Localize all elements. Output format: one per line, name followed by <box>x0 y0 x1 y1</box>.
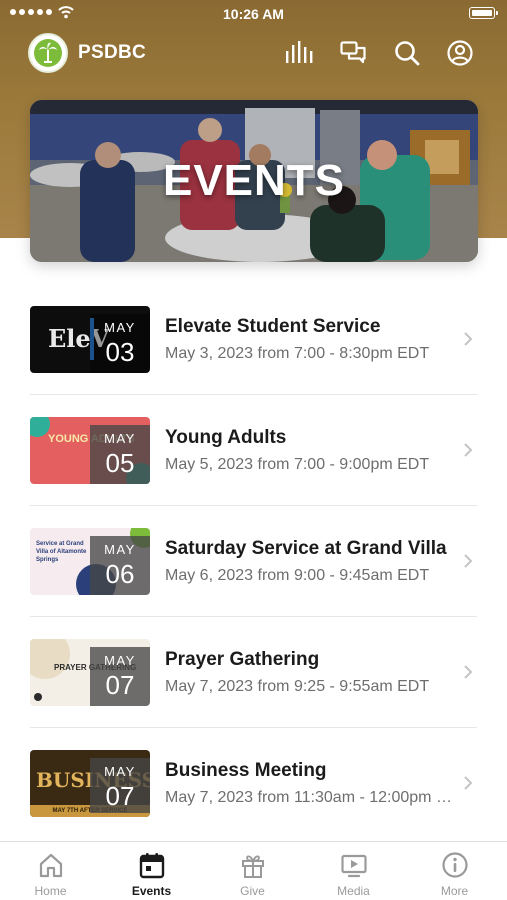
badge-day: 03 <box>105 337 135 367</box>
event-row[interactable]: Service at Grand Villa of Altamonte Spri… <box>0 506 507 617</box>
event-row[interactable]: BUSINESS MAY 7TH AFTER SERVICE MAY 07 Bu… <box>0 728 507 839</box>
event-row[interactable]: EleV MAY 03 Elevate Student Service May … <box>0 284 507 395</box>
tab-bar: Home Events Give Media More <box>0 841 507 900</box>
badge-day: 07 <box>105 781 135 811</box>
event-title: Business Meeting <box>165 760 327 781</box>
event-time: May 7, 2023 from 9:25 - 9:55am EDT <box>165 678 430 695</box>
badge-month: MAY <box>104 653 136 668</box>
app-bar: PSDBC <box>0 30 507 76</box>
bars-icon[interactable] <box>284 38 314 68</box>
tab-more[interactable]: More <box>404 842 505 900</box>
event-thumbnail: EleV MAY 03 <box>30 306 150 373</box>
art-circle <box>30 639 70 679</box>
badge-day: 07 <box>105 670 135 700</box>
date-badge: MAY 05 <box>90 425 150 484</box>
event-time: May 3, 2023 from 7:00 - 8:30pm EDT <box>165 345 430 362</box>
church-logo[interactable] <box>28 33 68 73</box>
palm-tree-icon <box>34 39 62 67</box>
status-time: 10:26 AM <box>223 6 284 22</box>
tab-label: Media <box>337 884 370 898</box>
chevron-right-icon <box>464 332 473 346</box>
date-badge: MAY 06 <box>90 536 150 595</box>
tab-label: Home <box>34 884 67 898</box>
date-badge: MAY 03 <box>90 314 150 373</box>
brand-name: PSDBC <box>78 42 147 63</box>
profile-icon[interactable] <box>445 38 475 68</box>
tab-home[interactable]: Home <box>0 842 101 900</box>
calendar-icon <box>139 853 165 879</box>
art-dot <box>34 693 42 701</box>
chevron-right-icon <box>464 665 473 679</box>
info-icon <box>442 852 468 878</box>
home-icon <box>39 853 63 878</box>
date-badge: MAY 07 <box>90 758 150 813</box>
event-title: Young Adults <box>165 427 287 448</box>
event-time: May 5, 2023 from 7:00 - 9:00pm EDT <box>165 456 430 473</box>
tab-events[interactable]: Events <box>101 842 202 900</box>
gift-icon <box>242 855 264 878</box>
art-circle <box>30 417 50 437</box>
event-time: May 6, 2023 from 9:00 - 9:45am EDT <box>165 567 430 584</box>
badge-month: MAY <box>104 320 136 335</box>
event-title: Saturday Service at Grand Villa <box>165 538 447 559</box>
search-icon[interactable] <box>392 38 422 68</box>
event-thumbnail: BUSINESS MAY 7TH AFTER SERVICE MAY 07 <box>30 750 150 817</box>
chevron-right-icon <box>464 554 473 568</box>
tab-label: Events <box>131 884 172 898</box>
chevron-right-icon <box>464 443 473 457</box>
status-bar: 10:26 AM <box>0 0 507 28</box>
chevron-right-icon <box>464 776 473 790</box>
badge-month: MAY <box>104 764 136 779</box>
event-thumbnail: Service at Grand Villa of Altamonte Spri… <box>30 528 150 595</box>
badge-month: MAY <box>104 431 136 446</box>
event-row[interactable]: YOUNG ADULTS MAY 05 Young Adults May 5, … <box>0 395 507 506</box>
event-title: Elevate Student Service <box>165 316 381 337</box>
tab-media[interactable]: Media <box>303 842 404 900</box>
badge-month: MAY <box>104 542 136 557</box>
hero-title: EVENTS <box>162 156 346 205</box>
badge-day: 06 <box>105 559 135 589</box>
event-row[interactable]: PRAYER GATHERING MAY 07 Prayer Gathering… <box>0 617 507 728</box>
tab-give[interactable]: Give <box>202 842 303 900</box>
events-hero-banner: EVENTS <box>30 100 478 262</box>
event-thumbnail: PRAYER GATHERING MAY 07 <box>30 639 150 706</box>
event-thumbnail: YOUNG ADULTS MAY 05 <box>30 417 150 484</box>
event-art-text: Service at Grand Villa of Altamonte Spri… <box>36 541 87 563</box>
event-time: May 7, 2023 from 11:30am - 12:00pm EDT <box>165 789 460 806</box>
video-icon <box>341 854 367 878</box>
battery-icon <box>469 7 498 19</box>
badge-day: 05 <box>105 448 135 478</box>
tab-label: Give <box>240 884 265 898</box>
tab-label: More <box>440 884 469 898</box>
chat-icon[interactable] <box>338 38 368 68</box>
event-title: Prayer Gathering <box>165 649 320 670</box>
date-badge: MAY 07 <box>90 647 150 706</box>
